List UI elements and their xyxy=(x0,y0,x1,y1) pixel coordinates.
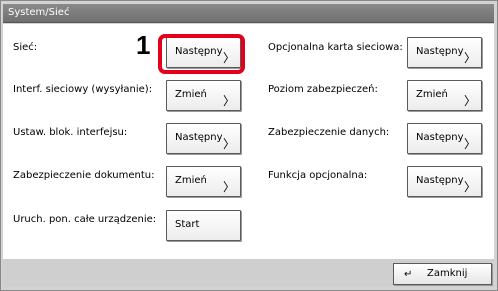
data-security-label: Zabezpieczenie danych: xyxy=(268,127,390,138)
chevron-right-icon: 〉 xyxy=(222,137,235,151)
title-bar: System/Sieć xyxy=(3,4,494,23)
close-button[interactable]: ↵ Zamknij xyxy=(393,263,492,285)
optional-network-card-next-button[interactable]: Następny 〉 xyxy=(407,37,482,68)
step-number-callout: 1 xyxy=(136,30,151,60)
system-network-screen: System/Sieć Sieć: Następny 〉 Opcjonalna … xyxy=(0,0,498,291)
document-security-change-button[interactable]: Zmień 〉 xyxy=(166,166,241,197)
chevron-right-icon: 〉 xyxy=(463,51,476,65)
chevron-right-icon: 〉 xyxy=(222,180,235,194)
interface-block-next-button[interactable]: Następny 〉 xyxy=(166,123,241,154)
restart-device-label: Uruch. pon. całe urządzenie: xyxy=(13,214,157,225)
button-label: Zmień xyxy=(175,89,207,100)
settings-panel: Sieć: Następny 〉 Opcjonalna karta siecio… xyxy=(3,24,494,260)
optional-network-card-label: Opcjonalna karta sieciowa: xyxy=(268,42,403,53)
optional-function-next-button[interactable]: Następny 〉 xyxy=(407,166,482,197)
optional-function-label: Funkcja opcjonalna: xyxy=(268,170,368,181)
window-title: System/Sieć xyxy=(8,7,70,18)
network-interface-send-label: Interf. sieciowy (wysyłanie): xyxy=(13,84,153,95)
button-label: Następny xyxy=(416,46,464,57)
button-label: Następny xyxy=(416,175,464,186)
highlight-frame xyxy=(158,34,245,74)
button-label: Następny xyxy=(175,132,223,143)
chevron-right-icon: 〉 xyxy=(463,180,476,194)
chevron-right-icon: 〉 xyxy=(463,137,476,151)
security-level-label: Poziom zabezpieczeń: xyxy=(268,84,378,95)
button-label: Zmień xyxy=(175,175,207,186)
data-security-next-button[interactable]: Następny 〉 xyxy=(407,123,482,154)
security-level-change-button[interactable]: Zmień 〉 xyxy=(407,80,482,111)
interface-block-label: Ustaw. blok. interfejsu: xyxy=(13,127,128,138)
button-label: Następny xyxy=(416,132,464,143)
document-security-label: Zabezpieczenie dokumentu: xyxy=(13,170,155,181)
network-label: Sieć: xyxy=(13,42,38,53)
restart-device-start-button[interactable]: Start xyxy=(166,210,241,241)
button-label: Zmień xyxy=(416,89,448,100)
network-interface-send-change-button[interactable]: Zmień 〉 xyxy=(166,80,241,111)
button-label: Start xyxy=(175,219,200,230)
chevron-right-icon: 〉 xyxy=(463,94,476,108)
return-icon: ↵ xyxy=(404,269,413,280)
close-label: Zamknij xyxy=(427,268,468,279)
chevron-right-icon: 〉 xyxy=(222,94,235,108)
